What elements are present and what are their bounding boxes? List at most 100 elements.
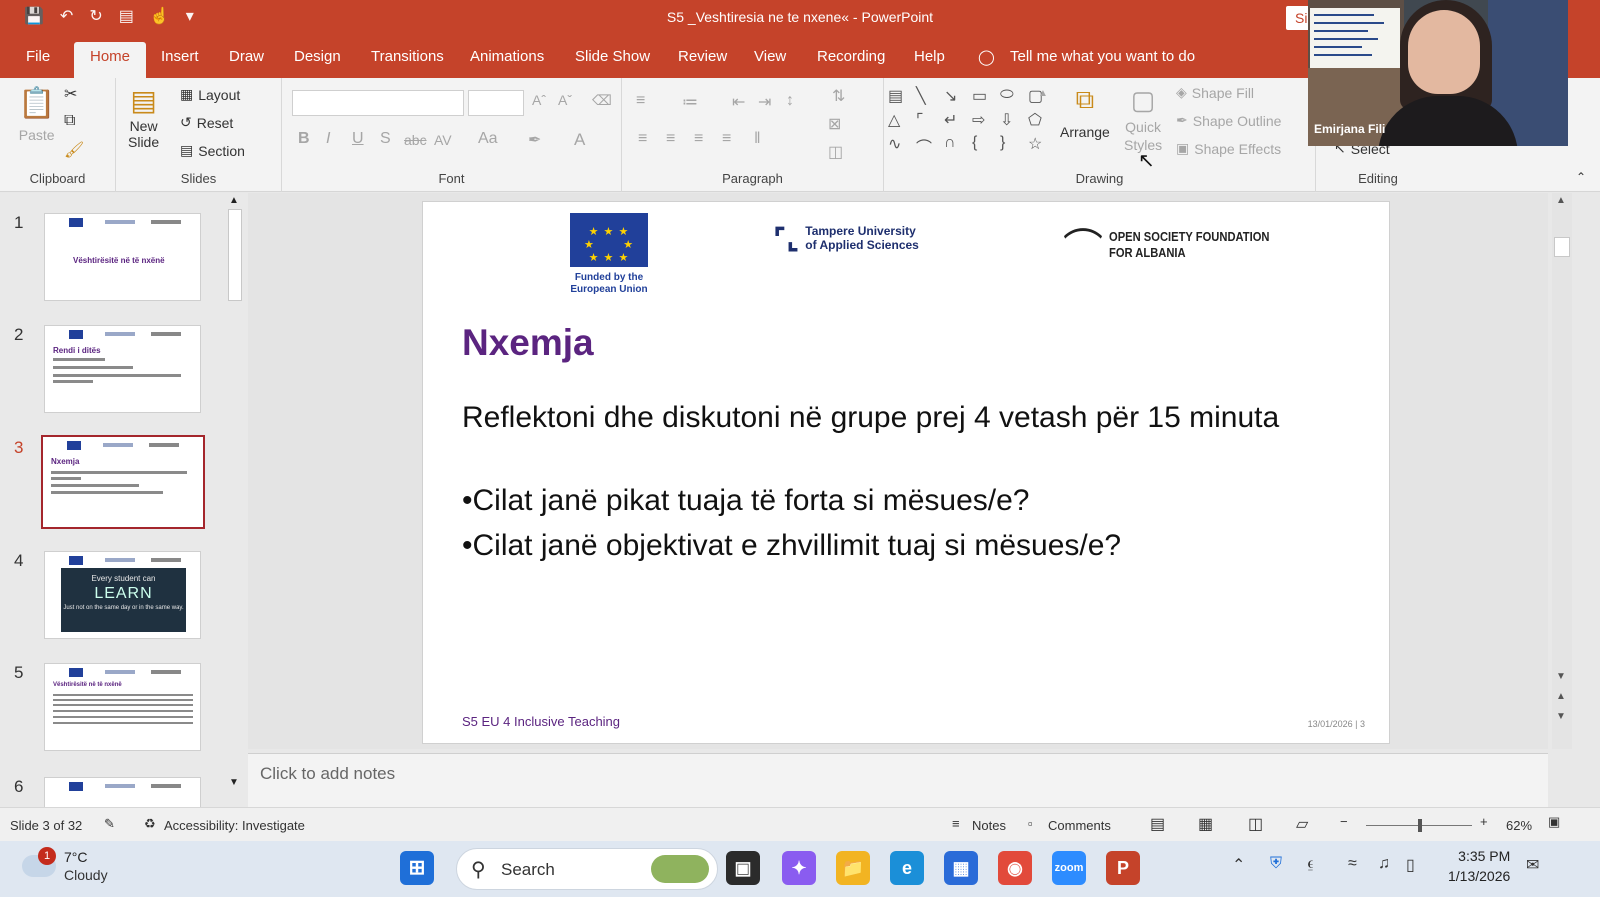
line-shape-icon[interactable]: ╲ xyxy=(916,86,940,106)
wifi-icon[interactable]: ≈ xyxy=(1348,855,1357,873)
spell-check-icon[interactable]: ✎ xyxy=(104,816,115,832)
scrollbar-thumb[interactable] xyxy=(1554,237,1570,257)
scroll-up-icon[interactable]: ▲ xyxy=(229,195,239,206)
accessibility-status[interactable]: Accessibility: Investigate xyxy=(164,818,305,833)
paste-icon[interactable]: 📋 xyxy=(18,86,55,121)
taskbar-search[interactable]: ⚲ Search xyxy=(456,848,718,890)
zoom-out-icon[interactable]: − xyxy=(1340,814,1348,829)
font-size-combo[interactable] xyxy=(468,90,524,116)
edge-icon[interactable]: e xyxy=(890,851,924,885)
slide-thumbnail-1[interactable]: 1 Vështirësitë në të nxënë xyxy=(0,213,230,313)
strikethrough-button[interactable]: abc xyxy=(404,132,427,148)
security-shield-icon[interactable]: ⛨ xyxy=(1270,855,1282,873)
accessibility-icon[interactable]: ♻ xyxy=(144,816,156,832)
new-slide-button[interactable]: ▤ New Slide xyxy=(128,84,159,151)
tab-file[interactable]: File xyxy=(26,48,50,65)
slide-bullet-1[interactable]: •Cilat janë pikat tuaja të forta si mësu… xyxy=(462,484,1029,518)
justify-icon[interactable]: ≡ xyxy=(722,130,731,148)
reset-button[interactable]: ↺ Reset xyxy=(180,114,233,131)
microphone-icon[interactable]: ⍷ xyxy=(1306,855,1316,873)
zoom-slider-thumb[interactable] xyxy=(1418,819,1422,832)
quick-styles-button[interactable]: ▢ Quick Styles xyxy=(1124,84,1162,154)
tab-insert[interactable]: Insert xyxy=(161,48,199,65)
char-spacing-button[interactable]: AV xyxy=(434,132,452,148)
elbow-connector-icon[interactable]: ⌜ xyxy=(916,110,940,130)
font-color-button[interactable]: A xyxy=(574,130,585,150)
block-arrow-icon[interactable]: ⇨ xyxy=(972,110,996,130)
shapes-gallery[interactable]: ▤ ╲ ↘ ▭ ⬭ ▢ △ ⌜ ↵ ⇨ ⇩ ⬠ ∿ ⌒ ∩ { } ☆ xyxy=(888,86,1048,158)
elbow-arrow-icon[interactable]: ↵ xyxy=(944,110,968,130)
file-explorer-icon[interactable]: 📁 xyxy=(836,851,870,885)
shape-effects-button[interactable]: ▣ Shape Effects xyxy=(1176,140,1281,157)
notes-pane[interactable]: Click to add notes xyxy=(248,753,1548,807)
slideshow-icon[interactable]: ▱ xyxy=(1296,814,1308,834)
tab-recording[interactable]: Recording xyxy=(817,48,885,65)
grow-font-icon[interactable]: Aˆ xyxy=(532,92,546,108)
underline-button[interactable]: U xyxy=(352,130,364,148)
tab-home[interactable]: Home xyxy=(74,42,147,78)
arrow-line-shape-icon[interactable]: ↘ xyxy=(944,86,968,106)
battery-icon[interactable]: ▯ xyxy=(1406,855,1415,875)
bold-button[interactable]: B xyxy=(298,130,310,148)
down-arrow-shape-icon[interactable]: ⇩ xyxy=(1000,110,1024,130)
notifications-icon[interactable]: ✉ xyxy=(1526,855,1539,875)
align-right-icon[interactable]: ≡ xyxy=(694,130,703,148)
line-spacing-icon[interactable]: ↕ xyxy=(786,92,794,110)
format-painter-icon[interactable]: 🖌 xyxy=(64,140,84,160)
shrink-font-icon[interactable]: Aˇ xyxy=(558,92,572,108)
slide-thumbnail-5[interactable]: 5 Vështirësitë në të nxënë xyxy=(0,663,230,763)
scrollbar-thumb[interactable] xyxy=(228,209,242,301)
notes-placeholder[interactable]: Click to add notes xyxy=(260,764,395,784)
numbering-icon[interactable]: ≔ xyxy=(682,92,698,112)
copilot-icon[interactable]: ✦ xyxy=(782,851,816,885)
star-shape-icon[interactable]: ☆ xyxy=(1028,134,1052,158)
tab-view[interactable]: View xyxy=(754,48,786,65)
clear-format-icon[interactable]: ⌫ xyxy=(592,92,612,109)
slide-thumbnail-4[interactable]: 4 Every student can LEARN Just not on th… xyxy=(0,551,230,651)
tab-animations[interactable]: Animations xyxy=(470,48,544,65)
left-brace-icon[interactable]: { xyxy=(972,134,996,158)
zoom-app-icon[interactable]: zoom xyxy=(1052,851,1086,885)
layout-button[interactable]: ▦ Layout xyxy=(180,86,240,103)
reading-view-icon[interactable]: ◫ xyxy=(1248,814,1263,834)
windows-start-icon[interactable]: ⊞ xyxy=(400,851,434,885)
increase-indent-icon[interactable]: ⇥ xyxy=(758,92,771,112)
zoom-level[interactable]: 62% xyxy=(1506,818,1532,833)
normal-view-icon[interactable]: ▤ xyxy=(1150,814,1165,834)
change-case-button[interactable]: Aa xyxy=(478,130,498,148)
powerpoint-icon[interactable]: P xyxy=(1106,851,1140,885)
smartart-icon[interactable]: ◫ xyxy=(828,142,843,162)
notes-button[interactable]: Notes xyxy=(972,818,1006,833)
gallery-more-icon[interactable]: ▲ xyxy=(1038,88,1048,99)
volume-icon[interactable]: ♫ xyxy=(1378,855,1390,873)
tab-help[interactable]: Help xyxy=(914,48,945,65)
align-left-icon[interactable]: ≡ xyxy=(638,130,647,148)
curve-shape-icon[interactable]: ⌒ xyxy=(916,134,940,158)
slide-title[interactable]: Nxemja xyxy=(462,322,594,364)
copy-icon[interactable]: ⧉ xyxy=(64,112,75,130)
slide-thumbnail-6[interactable]: 6 xyxy=(0,777,230,807)
text-direction-icon[interactable]: ⇅ xyxy=(832,86,845,106)
tab-transitions[interactable]: Transitions xyxy=(371,48,444,65)
font-name-combo[interactable] xyxy=(292,90,464,116)
align-center-icon[interactable]: ≡ xyxy=(666,130,675,148)
store-icon[interactable]: ▦ xyxy=(944,851,978,885)
slide-body-text[interactable]: Reflektoni dhe diskutoni në grupe prej 4… xyxy=(462,400,1314,435)
cut-icon[interactable]: ✂ xyxy=(64,84,77,104)
textbox-shape-icon[interactable]: ▤ xyxy=(888,86,912,106)
shape-outline-button[interactable]: ✒ Shape Outline xyxy=(1176,112,1281,129)
zoom-in-icon[interactable]: + xyxy=(1480,814,1488,829)
slide-bullet-2[interactable]: •Cilat janë objektivat e zhvillimit tuaj… xyxy=(462,529,1121,563)
scroll-down-icon[interactable]: ▼ xyxy=(229,777,239,788)
right-brace-icon[interactable]: } xyxy=(1000,134,1024,158)
slide-thumbnail-2[interactable]: 2 Rendi i ditës xyxy=(0,325,230,425)
collapse-ribbon-icon[interactable]: ⌃ xyxy=(1576,170,1586,184)
scroll-down-icon[interactable]: ▼ xyxy=(1556,671,1566,682)
highlight-icon[interactable]: ✒ xyxy=(528,130,541,150)
tab-design[interactable]: Design xyxy=(294,48,341,65)
bullets-icon[interactable]: ≡ xyxy=(636,92,645,110)
arc-shape-icon[interactable]: ∩ xyxy=(944,134,968,158)
fit-to-window-icon[interactable]: ▣ xyxy=(1548,814,1560,830)
previous-slide-icon[interactable]: ▲ xyxy=(1556,691,1566,702)
task-view-icon[interactable]: ▣ xyxy=(726,851,760,885)
